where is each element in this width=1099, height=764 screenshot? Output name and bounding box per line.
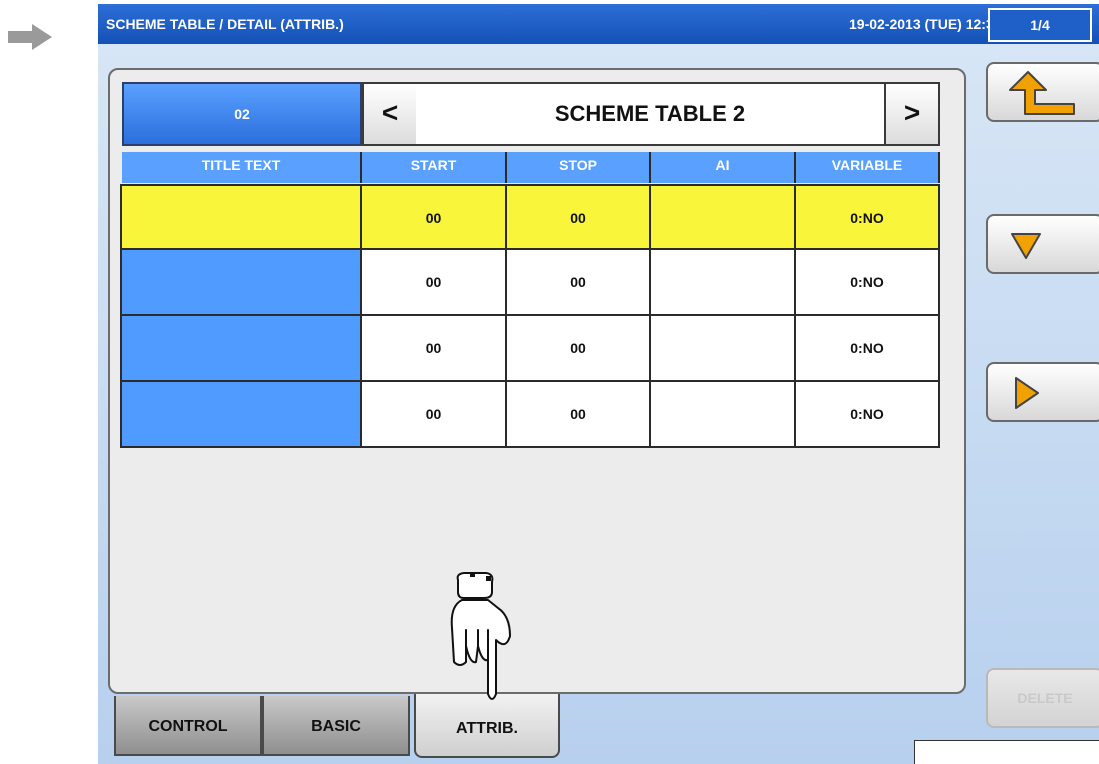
title-text-cell[interactable] [120, 184, 362, 250]
tab-control[interactable]: CONTROL [114, 696, 262, 756]
ai-cell[interactable] [651, 184, 796, 250]
variable-cell[interactable]: 0:NO [796, 316, 940, 382]
title-text-cell[interactable] [120, 316, 362, 382]
page-indicator: 1/4 [988, 8, 1092, 42]
delete-button[interactable]: DELETE [986, 668, 1099, 728]
start-cell[interactable]: 00 [362, 382, 507, 448]
ai-cell[interactable] [651, 316, 796, 382]
column-header-ai: AI [651, 152, 796, 183]
ai-cell[interactable] [651, 250, 796, 316]
previous-scheme-button[interactable]: < [362, 82, 418, 146]
scheme-name: SCHEME TABLE 2 [416, 82, 884, 146]
device-screen: SCHEME TABLE / DETAIL (ATTRIB.) 19-02-20… [98, 4, 1099, 764]
column-header-start: START [362, 152, 507, 183]
triangle-right-icon [1015, 377, 1039, 409]
status-field [914, 740, 1099, 764]
stop-cell[interactable]: 00 [507, 316, 651, 382]
scroll-down-button[interactable] [986, 214, 1099, 274]
title-text-cell[interactable] [120, 250, 362, 316]
title-bar: SCHEME TABLE / DETAIL (ATTRIB.) 19-02-20… [98, 4, 1099, 44]
start-cell[interactable]: 00 [362, 316, 507, 382]
stop-cell[interactable]: 00 [507, 184, 651, 250]
chevron-left-icon: < [381, 97, 399, 128]
ai-cell[interactable] [651, 382, 796, 448]
tab-basic[interactable]: BASIC [262, 696, 410, 756]
triangle-down-icon [1011, 233, 1041, 259]
stop-cell[interactable]: 00 [507, 250, 651, 316]
title-text-cell[interactable] [120, 382, 362, 448]
variable-cell[interactable]: 0:NO [796, 250, 940, 316]
start-cell[interactable]: 00 [362, 184, 507, 250]
chevron-right-icon: > [903, 97, 921, 128]
screen-title: SCHEME TABLE / DETAIL (ATTRIB.) [106, 16, 344, 32]
return-arrow-icon [1009, 71, 1075, 115]
variable-cell[interactable]: 0:NO [796, 382, 940, 448]
column-header-title-text: TITLE TEXT [122, 152, 362, 183]
column-header-variable: VARIABLE [796, 152, 940, 183]
pointing-hand-icon [450, 572, 511, 700]
start-cell[interactable]: 00 [362, 250, 507, 316]
next-scheme-button[interactable]: > [884, 82, 940, 146]
column-header-stop: STOP [507, 152, 651, 183]
scheme-code-button[interactable]: 02 [122, 82, 362, 146]
back-button[interactable] [986, 62, 1099, 122]
date-time: 19-02-2013 (TUE) 12:32 [849, 16, 1002, 32]
variable-cell[interactable]: 0:NO [796, 184, 940, 250]
next-page-button[interactable] [986, 362, 1099, 422]
stop-cell[interactable]: 00 [507, 382, 651, 448]
step-arrow-icon [8, 24, 52, 50]
